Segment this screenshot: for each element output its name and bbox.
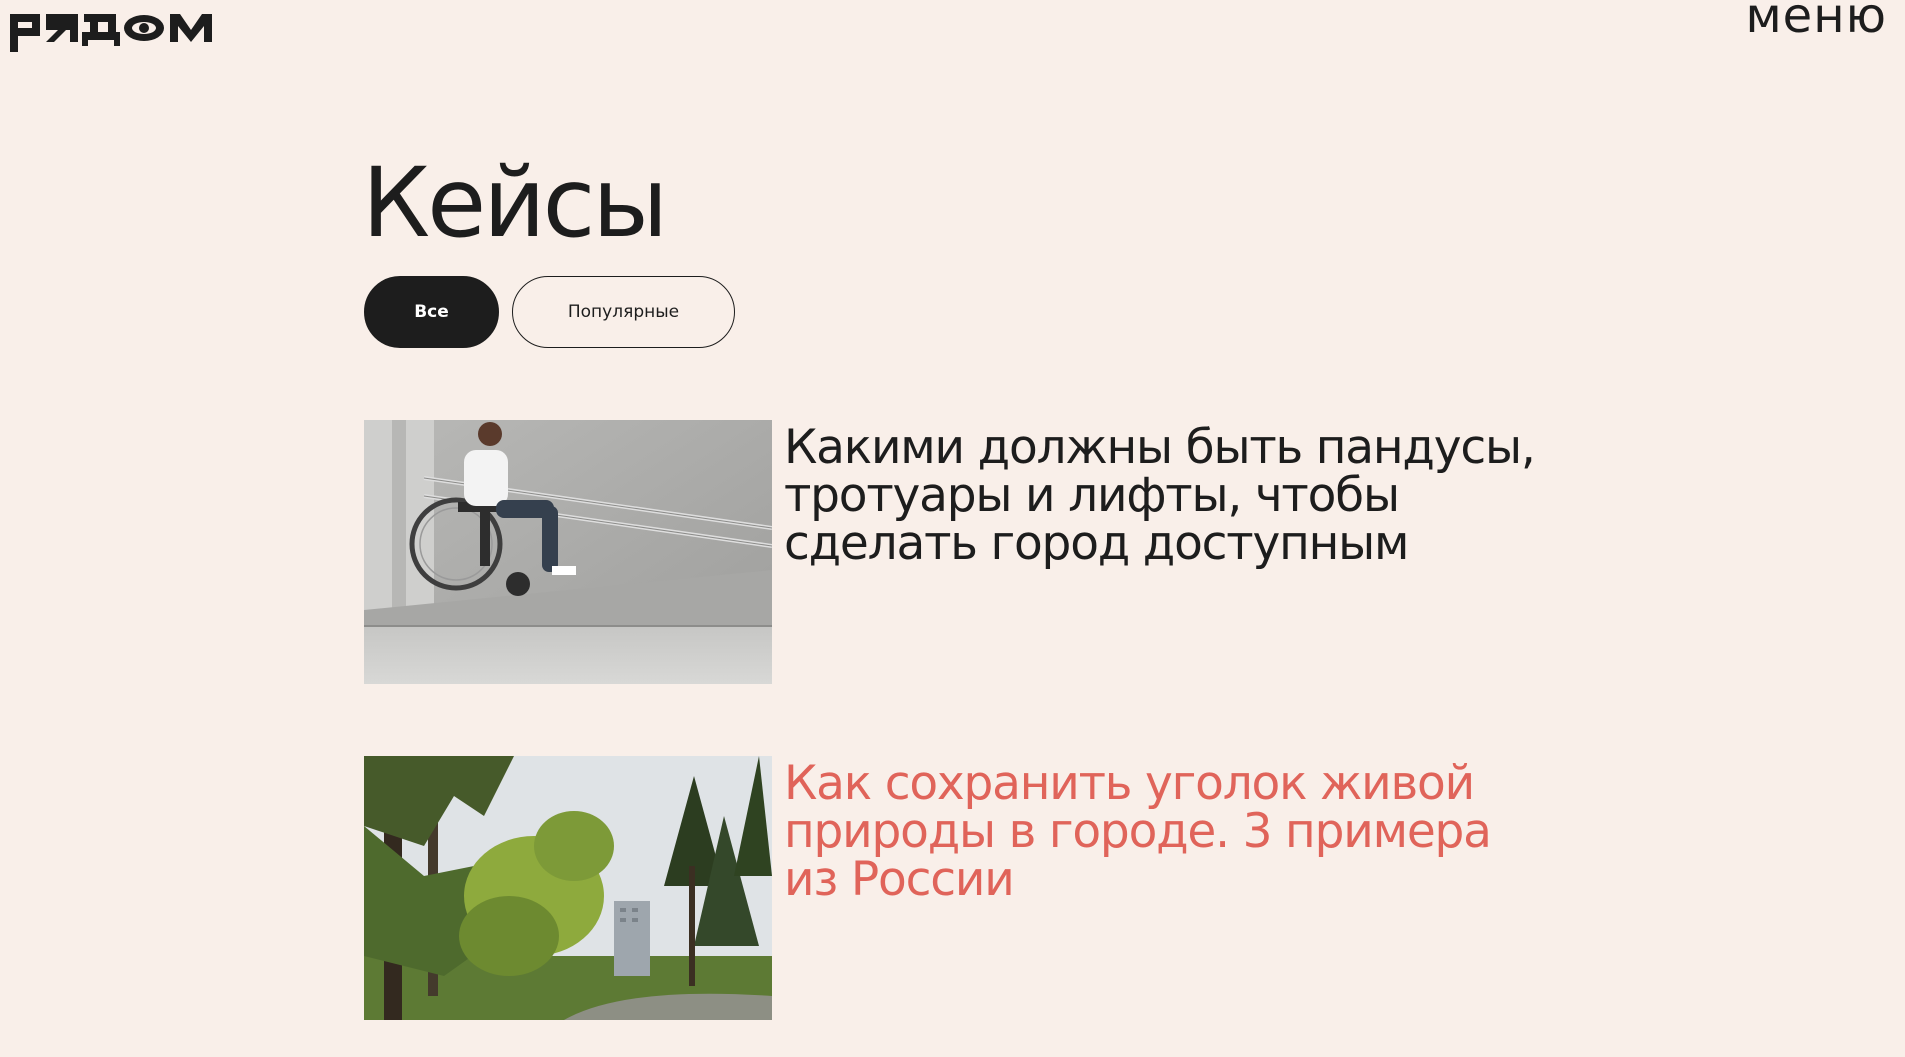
menu-button[interactable]: меню xyxy=(1745,0,1887,46)
case-title[interactable]: Какими должны быть пандусы, тротуары и л… xyxy=(784,424,1544,568)
wheelchair-ramp-image[interactable] xyxy=(364,420,772,684)
logo-mark xyxy=(10,14,212,52)
filter-tabs: Все Популярные xyxy=(364,276,735,348)
page-title: Кейсы xyxy=(362,147,668,259)
logo[interactable] xyxy=(10,4,212,52)
case-title[interactable]: Как сохранить уголок живой природы в гор… xyxy=(784,760,1544,904)
page: меню Кейсы Все Популярные Какими должны … xyxy=(0,0,1905,1057)
filter-popular-button[interactable]: Популярные xyxy=(512,276,735,348)
filter-all-button[interactable]: Все xyxy=(364,276,499,348)
city-park-image[interactable] xyxy=(364,756,772,1020)
